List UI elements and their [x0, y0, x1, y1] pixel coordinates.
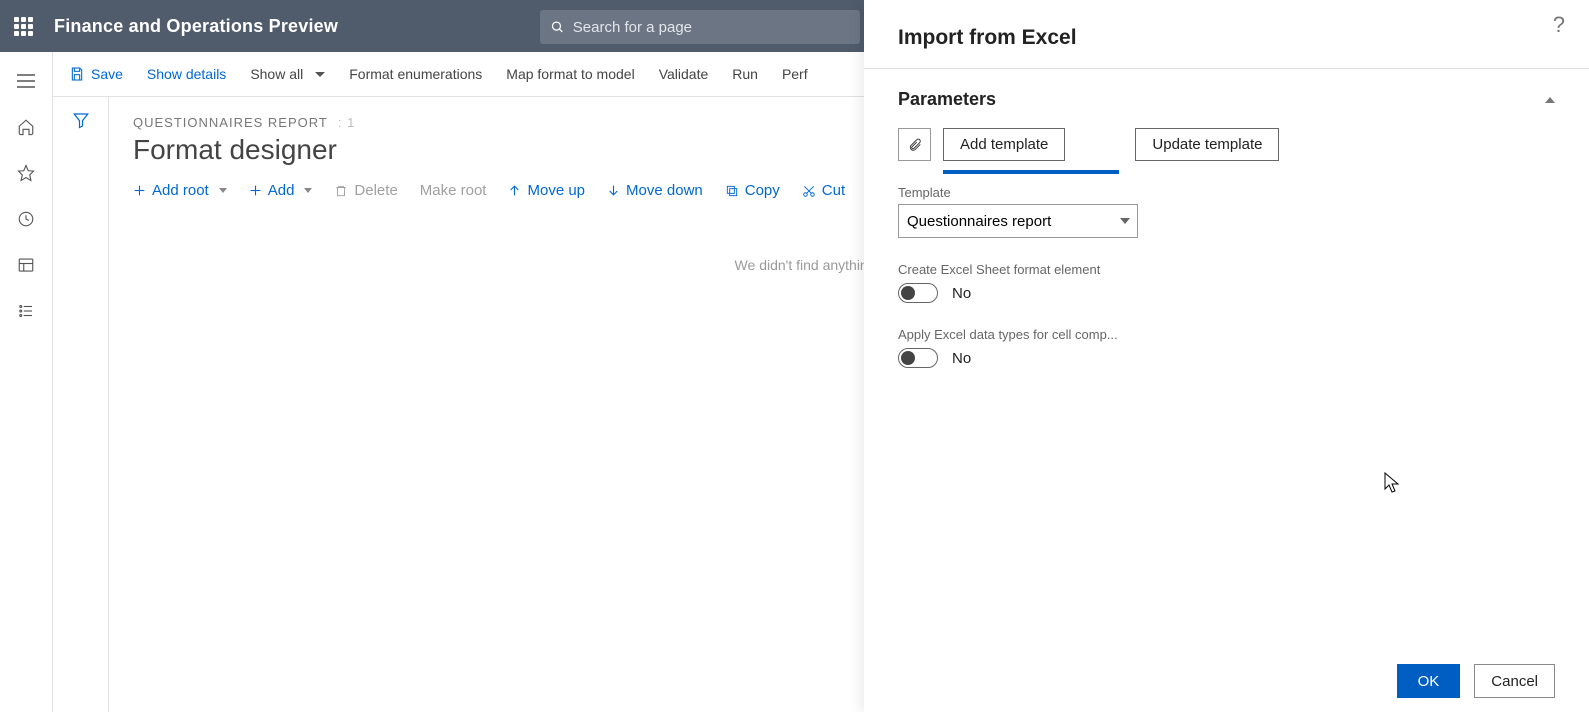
map-format-link[interactable]: Map format to model	[506, 66, 634, 82]
hamburger-icon[interactable]	[16, 71, 36, 91]
apply-types-value: No	[952, 350, 971, 367]
breadcrumb-index: : 1	[338, 115, 355, 130]
show-all-dropdown[interactable]: Show all	[250, 66, 325, 82]
cut-button[interactable]: Cut	[802, 182, 845, 199]
left-navigation-rail	[0, 52, 53, 712]
make-root-button[interactable]: Make root	[420, 182, 487, 199]
update-template-button[interactable]: Update template	[1135, 128, 1279, 161]
panel-footer: OK Cancel	[864, 650, 1589, 712]
home-icon[interactable]	[16, 117, 36, 137]
recent-icon[interactable]	[16, 209, 36, 229]
filter-column	[53, 97, 109, 712]
format-enumerations-link[interactable]: Format enumerations	[349, 66, 482, 82]
cut-icon	[802, 184, 816, 198]
template-select-input[interactable]	[898, 204, 1138, 238]
search-icon	[550, 19, 565, 35]
apply-types-label: Apply Excel data types for cell comp...	[898, 327, 1555, 342]
add-button[interactable]: Add	[249, 182, 313, 199]
copy-button[interactable]: Copy	[725, 182, 780, 199]
move-up-button[interactable]: Move up	[508, 182, 585, 199]
breadcrumb-title: QUESTIONNAIRES REPORT	[133, 115, 328, 130]
global-search[interactable]	[540, 10, 860, 44]
paperclip-icon	[908, 136, 922, 154]
cancel-button[interactable]: Cancel	[1474, 664, 1555, 698]
ok-button[interactable]: OK	[1397, 664, 1461, 698]
add-template-highlight	[943, 170, 1119, 174]
perf-link[interactable]: Perf	[782, 66, 808, 82]
app-title: Finance and Operations Preview	[54, 16, 338, 37]
arrow-down-icon	[607, 184, 620, 197]
create-sheet-value: No	[952, 285, 971, 302]
show-details-link[interactable]: Show details	[147, 66, 226, 82]
run-link[interactable]: Run	[732, 66, 758, 82]
attachment-button[interactable]	[898, 128, 931, 161]
create-sheet-label: Create Excel Sheet format element	[898, 262, 1555, 277]
collapse-parameters-icon[interactable]	[1545, 97, 1555, 103]
validate-link[interactable]: Validate	[659, 66, 709, 82]
star-icon[interactable]	[16, 163, 36, 183]
apply-types-toggle[interactable]	[898, 348, 938, 368]
save-icon	[69, 66, 85, 82]
move-down-button[interactable]: Move down	[607, 182, 703, 199]
plus-icon	[133, 184, 146, 197]
modules-icon[interactable]	[16, 301, 36, 321]
create-sheet-toggle[interactable]	[898, 283, 938, 303]
workspace-icon[interactable]	[16, 255, 36, 275]
add-root-button[interactable]: Add root	[133, 182, 227, 199]
copy-icon	[725, 184, 739, 198]
plus-icon	[249, 184, 262, 197]
search-input[interactable]	[573, 19, 850, 36]
arrow-up-icon	[508, 184, 521, 197]
panel-title: Import from Excel	[898, 26, 1077, 50]
help-icon[interactable]: ?	[1553, 12, 1565, 38]
save-button[interactable]: Save	[69, 66, 123, 82]
trash-icon	[334, 184, 348, 198]
add-template-button[interactable]: Add template	[943, 128, 1065, 161]
delete-button[interactable]: Delete	[334, 182, 397, 199]
app-launcher-icon[interactable]	[14, 17, 36, 36]
template-select[interactable]	[898, 204, 1138, 238]
parameters-section-title: Parameters	[898, 89, 996, 110]
filter-icon[interactable]	[72, 111, 90, 134]
import-from-excel-panel: ? Import from Excel Parameters Add templ…	[864, 0, 1589, 712]
template-field-label: Template	[898, 185, 1555, 200]
